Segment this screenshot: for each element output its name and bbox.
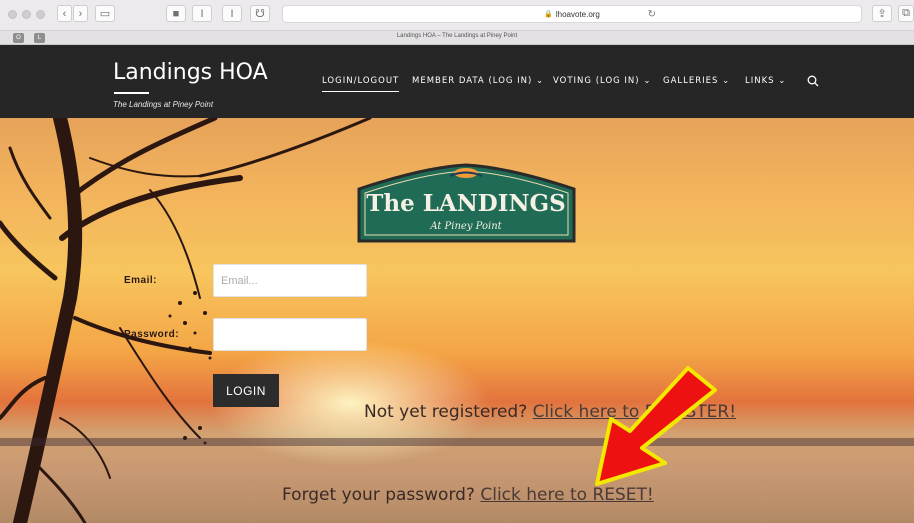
zoom-window-button[interactable] bbox=[36, 10, 45, 19]
nav-voting[interactable]: VOTING (LOG IN) ⌄ bbox=[553, 76, 651, 86]
nav-galleries[interactable]: GALLERIES ⌄ bbox=[663, 76, 730, 86]
red-arrow-annotation bbox=[595, 366, 717, 486]
reload-icon[interactable]: ↻ bbox=[648, 9, 656, 20]
title-divider bbox=[114, 92, 149, 94]
minimize-window-button[interactable] bbox=[22, 10, 31, 19]
sidebar-icon[interactable]: ▭ bbox=[95, 5, 115, 22]
search-icon[interactable] bbox=[807, 75, 819, 87]
forward-icon[interactable]: › bbox=[73, 5, 88, 22]
back-icon[interactable]: ‹ bbox=[57, 5, 72, 22]
browser-toolbar: ‹ › ▭ ■ I I ☋ 🔒 lhoavote.org ↻ ⇪ ⧉ bbox=[0, 0, 914, 31]
lock-icon: 🔒 bbox=[544, 11, 553, 18]
site-title[interactable]: Landings HOA bbox=[113, 60, 268, 85]
extension-icon-1[interactable]: I bbox=[192, 5, 212, 22]
share-icon[interactable]: ⇪ bbox=[872, 5, 892, 22]
address-bar[interactable]: 🔒 lhoavote.org ↻ bbox=[282, 5, 862, 23]
tabs-icon[interactable]: ⧉ bbox=[898, 5, 914, 22]
site-header: Landings HOA The Landings at Piney Point… bbox=[0, 45, 914, 118]
tab-title[interactable]: Landings HOA – The Landings at Piney Poi… bbox=[0, 33, 914, 39]
nav-member-data[interactable]: MEMBER DATA (LOG IN) ⌄ bbox=[412, 76, 544, 86]
url-text: lhoavote.org bbox=[555, 9, 600, 19]
site-tagline: The Landings at Piney Point bbox=[113, 100, 214, 109]
reader-icon[interactable]: ■ bbox=[166, 5, 186, 22]
close-window-button[interactable] bbox=[8, 10, 17, 19]
tab-bar: O L Landings HOA – The Landings at Piney… bbox=[0, 31, 914, 45]
nav-login-logout[interactable]: LOGIN/LOGOUT bbox=[322, 76, 400, 92]
hero-sunset-background: The LANDINGS At Piney Point Email: Email… bbox=[0, 118, 914, 523]
extension-icon-3[interactable]: ☋ bbox=[250, 5, 270, 22]
nav-links[interactable]: LINKS ⌄ bbox=[745, 76, 786, 86]
extension-icon-2[interactable]: I bbox=[222, 5, 242, 22]
